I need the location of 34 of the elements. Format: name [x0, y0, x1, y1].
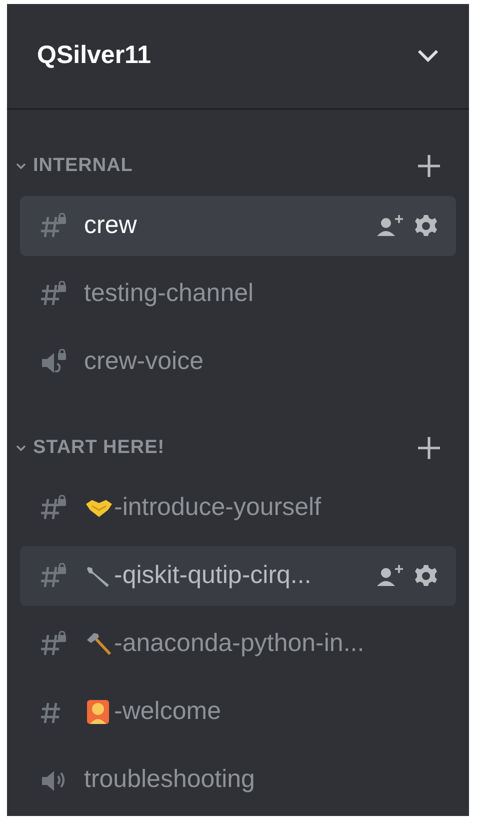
channel-name: troubleshooting — [84, 764, 255, 796]
add-member-icon[interactable] — [376, 214, 404, 238]
settings-icon[interactable] — [414, 564, 438, 588]
add-member-icon[interactable] — [376, 564, 404, 588]
locked-hash-icon — [38, 495, 68, 521]
channel-item[interactable]: -introduce-yourself — [20, 478, 456, 538]
locked-hash-icon — [38, 631, 68, 657]
plus-icon[interactable] — [417, 154, 441, 178]
chevron-icon[interactable] — [15, 443, 27, 453]
category-label[interactable]: INTERNAL — [33, 152, 133, 180]
channel-name: crew — [84, 210, 137, 242]
locked-hash-icon — [38, 563, 68, 589]
channel-item[interactable]: testing-channel — [20, 264, 456, 324]
channel-name: crew-voice — [84, 346, 204, 378]
channel-item[interactable]: crew — [20, 196, 456, 256]
channel-item[interactable]: -qiskit-qutip-cirq... — [20, 546, 456, 606]
locked-hash-icon — [38, 281, 68, 307]
chevron-icon[interactable] — [15, 161, 27, 171]
channel-item[interactable]: crew-voice — [20, 332, 456, 392]
channel-item[interactable]: -welcome — [20, 682, 456, 742]
channel-item[interactable]: -anaconda-python-in... — [20, 614, 456, 674]
channel-item[interactable]: troubleshooting — [20, 750, 456, 810]
channel-name: -welcome — [114, 696, 221, 728]
server-name: QSilver11 — [37, 40, 151, 72]
settings-icon[interactable] — [414, 214, 438, 238]
server-header[interactable]: QSilver11 — [7, 4, 469, 110]
channel-name: testing-channel — [84, 278, 254, 310]
channel-name: -anaconda-python-in... — [114, 628, 364, 660]
locked-hash-icon — [38, 213, 68, 239]
category-label[interactable]: START HERE! — [33, 434, 165, 462]
chevron-down-icon[interactable] — [417, 49, 439, 63]
plus-icon[interactable] — [417, 436, 441, 460]
channel-name: -qiskit-qutip-cirq... — [114, 560, 312, 592]
channel-name: -introduce-yourself — [114, 492, 322, 524]
